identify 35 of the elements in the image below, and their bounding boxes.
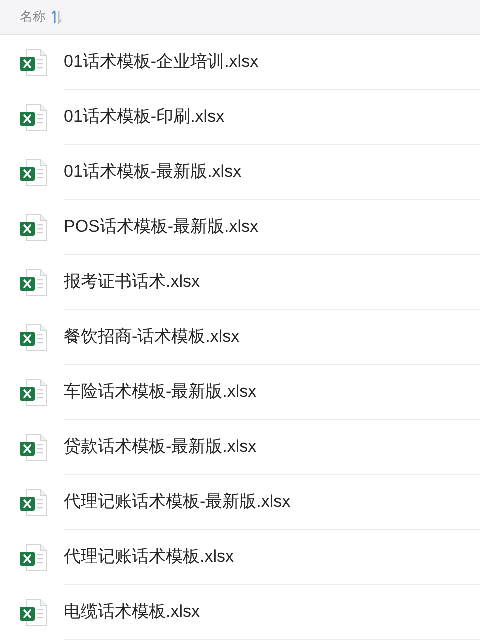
file-row[interactable]: 01话术模板-企业培训.xlsx bbox=[0, 35, 480, 90]
file-name: 报考证书话术.xlsx bbox=[64, 271, 200, 294]
file-row[interactable]: 代理记账话术模板.xlsx bbox=[0, 530, 480, 585]
spreadsheet-file-icon bbox=[18, 156, 50, 188]
file-name: 餐饮招商-话术模板.xlsx bbox=[64, 326, 240, 348]
file-row[interactable]: 01话术模板-最新版.xlsx bbox=[0, 145, 480, 200]
file-row[interactable]: 车险话术模板-最新版.xlsx bbox=[0, 365, 480, 420]
file-row[interactable]: 餐饮招商-话术模板.xlsx bbox=[0, 310, 480, 365]
file-name: 代理记账话术模板-最新版.xlsx bbox=[64, 491, 291, 514]
file-row[interactable]: 01话术模板-印刷.xlsx bbox=[0, 90, 480, 145]
file-name: 电缆话术模板.xlsx bbox=[64, 601, 200, 624]
file-row[interactable]: POS话术模板-最新版.xlsx bbox=[0, 200, 480, 255]
spreadsheet-file-icon bbox=[18, 102, 50, 134]
spreadsheet-file-icon bbox=[18, 376, 50, 408]
spreadsheet-file-icon bbox=[18, 322, 50, 354]
file-name: 01话术模板-最新版.xlsx bbox=[64, 161, 242, 184]
file-name: 01话术模板-企业培训.xlsx bbox=[64, 51, 259, 74]
spreadsheet-file-icon bbox=[18, 266, 50, 298]
spreadsheet-file-icon bbox=[18, 486, 50, 518]
file-row[interactable]: 电缆话术模板.xlsx bbox=[0, 585, 480, 640]
file-row[interactable]: 代理记账话术模板-最新版.xlsx bbox=[0, 475, 480, 530]
spreadsheet-file-icon bbox=[18, 596, 50, 628]
file-name: POS话术模板-最新版.xlsx bbox=[64, 216, 259, 238]
file-name: 代理记账话术模板.xlsx bbox=[64, 546, 234, 568]
file-row[interactable]: 报考证书话术.xlsx bbox=[0, 255, 480, 310]
column-label: 名称 bbox=[20, 8, 46, 26]
spreadsheet-file-icon bbox=[18, 46, 50, 78]
file-name: 01话术模板-印刷.xlsx bbox=[64, 106, 225, 128]
spreadsheet-file-icon bbox=[18, 542, 50, 574]
file-name: 车险话术模板-最新版.xlsx bbox=[64, 381, 257, 404]
file-name: 贷款话术模板-最新版.xlsx bbox=[64, 436, 257, 458]
spreadsheet-file-icon bbox=[18, 432, 50, 464]
file-row[interactable]: 贷款话术模板-最新版.xlsx bbox=[0, 420, 480, 475]
sort-icon[interactable] bbox=[52, 10, 62, 24]
spreadsheet-file-icon bbox=[18, 212, 50, 244]
